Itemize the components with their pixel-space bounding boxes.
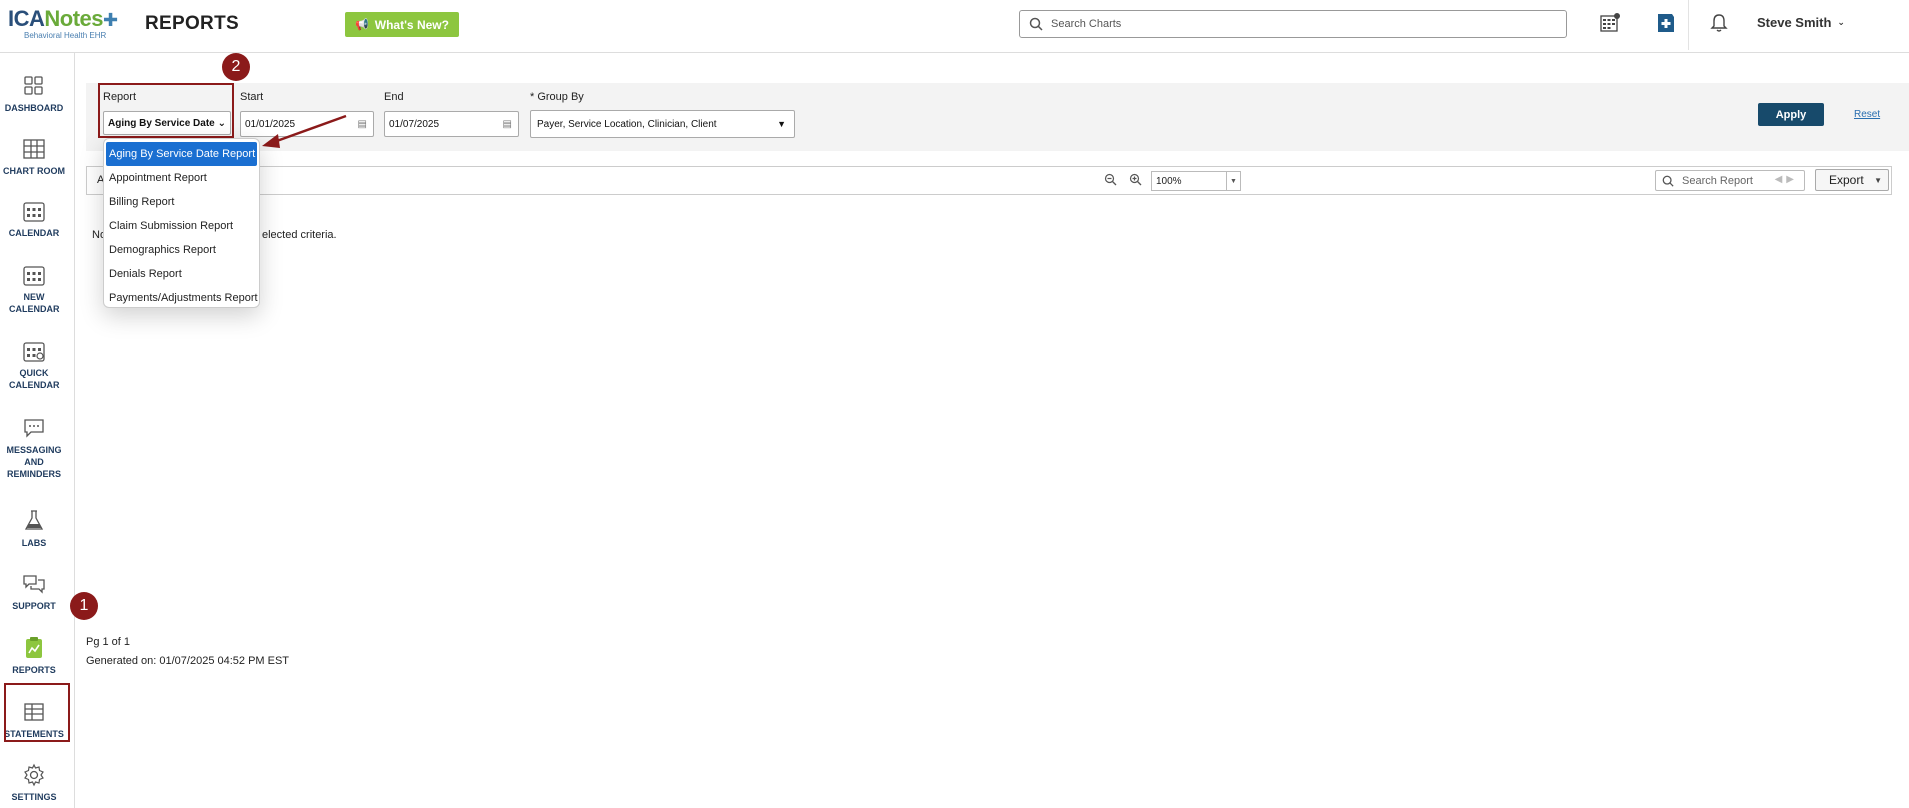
support-icon [23,575,45,594]
sidebar-item-reports[interactable]: REPORTS [0,636,68,676]
step-badge-2: 2 [222,53,250,81]
sidebar-item-labs[interactable]: LABS [0,509,68,549]
start-label: Start [240,91,264,103]
annotation-arrow [262,114,347,148]
logo-plus-icon: ✚ [103,10,118,30]
dropdown-option-billing[interactable]: Billing Report [104,190,259,214]
end-date-input[interactable]: 01/07/2025 ▤ [384,111,519,137]
zoom-select[interactable]: 100% ▼ [1151,171,1241,191]
report-toolbar: A [86,166,1892,195]
group-by-label: * Group By [530,91,584,103]
page-title: REPORTS [145,13,239,34]
group-by-select[interactable]: Payer, Service Location, Clinician, Clie… [530,110,795,138]
search-nav-arrows[interactable]: ◀▶ [1775,174,1798,185]
sidebar-item-dashboard[interactable]: DASHBOARD [0,74,68,114]
zoom-out-icon[interactable] [1104,173,1117,186]
page-count: Pg 1 of 1 [86,636,131,648]
search-icon [1662,175,1674,187]
end-label: End [384,91,404,103]
flask-icon [24,510,44,530]
sidebar-item-new-calendar[interactable]: NEW CALENDAR [0,263,68,315]
gear-icon [24,763,44,787]
export-button[interactable]: Export ▼ [1815,169,1889,191]
zoom-in-icon[interactable] [1129,173,1142,186]
report-select-highlight [98,83,234,138]
sidebar-item-quick-calendar[interactable]: QUICK CALENDAR [0,339,68,391]
calendar-grid-icon[interactable] [1599,12,1621,34]
chart-room-icon [23,139,45,159]
caret-down-icon: ▼ [1874,175,1882,185]
reset-link[interactable]: Reset [1854,109,1880,120]
top-bar: ICANotes✚ Behavioral Health EHR REPORTS … [0,0,1909,53]
apply-button[interactable]: Apply [1758,103,1824,126]
report-message-end: elected criteria. [262,229,337,241]
dashboard-icon [24,76,43,95]
chevron-down-icon: ⌄ [1837,17,1845,27]
dropdown-option-demographics[interactable]: Demographics Report [104,238,259,262]
sidebar-item-support[interactable]: SUPPORT [0,572,68,612]
user-menu[interactable]: Steve Smith ⌄ [1757,15,1845,30]
whats-new-button[interactable]: 📢 What's New? [345,12,459,37]
add-chart-icon[interactable] [1655,12,1677,34]
bell-icon[interactable] [1708,12,1730,34]
dropdown-option-appointment[interactable]: Appointment Report [104,166,259,190]
dropdown-option-payments-adjustments[interactable]: Payments/Adjustments Report [104,286,259,307]
step-badge-1: 1 [70,592,98,620]
sidebar-item-chart-room[interactable]: CHART ROOM [0,137,68,177]
header-divider [1688,0,1689,50]
sidebar: DASHBOARD CHART ROOM CALENDAR NEW CALEND… [0,53,75,808]
dropdown-option-aging[interactable]: Aging By Service Date Report [106,142,257,166]
sidebar-item-settings[interactable]: SETTINGS [0,763,68,803]
generated-timestamp: Generated on: 01/07/2025 04:52 PM EST [86,655,290,667]
calendar-icon [23,202,45,222]
megaphone-icon: 📢 [355,19,369,31]
search-report-input[interactable]: Search Report ◀▶ [1655,170,1805,191]
logo-subtitle: Behavioral Health EHR [24,31,107,40]
dropdown-option-denials[interactable]: Denials Report [104,262,259,286]
app-logo[interactable]: ICANotes✚ Behavioral Health EHR [8,8,126,44]
reports-icon [26,637,42,658]
reports-highlight-box [4,683,70,742]
dropdown-option-claim-submission[interactable]: Claim Submission Report [104,214,259,238]
quick-calendar-icon [23,342,45,362]
sidebar-item-messaging[interactable]: MESSAGING AND REMINDERS [0,416,68,480]
sidebar-item-calendar[interactable]: CALENDAR [0,199,68,239]
messaging-icon [24,419,44,438]
caret-down-icon: ▼ [1226,172,1240,190]
search-charts-input[interactable]: Search Charts [1019,10,1567,38]
caret-down-icon: ▼ [777,119,786,129]
report-dropdown-menu: Aging By Service Date Report Appointment… [103,138,260,308]
new-calendar-icon [23,266,45,286]
search-icon [1029,17,1043,31]
calendar-picker-icon[interactable]: ▤ [358,119,367,130]
calendar-picker-icon[interactable]: ▤ [503,119,512,130]
